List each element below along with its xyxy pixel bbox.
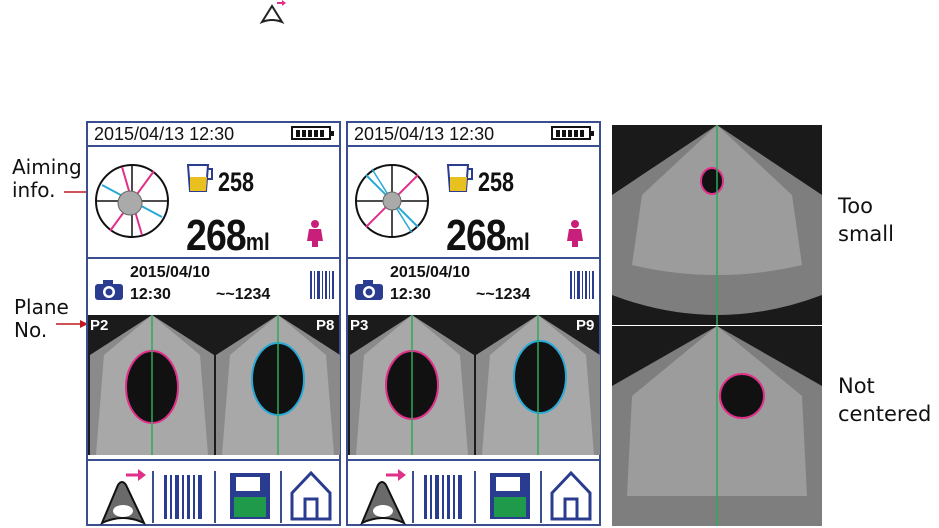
save-button[interactable]: [230, 473, 270, 519]
aiming-indicator-icon: [355, 164, 429, 238]
measure-time: 12:30: [130, 286, 171, 303]
plane-left-label: P3: [350, 317, 369, 334]
plane-arrow: [56, 320, 88, 328]
barcode-icon: [310, 271, 334, 299]
too-small-label: Too small: [838, 194, 894, 246]
barcode-button[interactable]: [164, 475, 204, 519]
export-probe-button[interactable]: [100, 467, 146, 525]
device-screen-2: 2015/04/13 12:30 258 268ml 2015/04/10 12…: [346, 121, 601, 526]
divider: [348, 257, 599, 259]
example-too-small: [612, 125, 822, 325]
ultrasound-scan-left: [350, 315, 474, 455]
home-button[interactable]: [290, 471, 332, 521]
ultrasound-scan-right: [476, 315, 600, 455]
measure-time: 12:30: [390, 286, 431, 303]
aiming-indicator-icon: [95, 164, 169, 238]
bladder-volume-icon: [186, 164, 213, 192]
barcode-button[interactable]: [424, 475, 464, 519]
ultrasound-scan-right: [216, 315, 340, 455]
bladder-volume-small: 258: [218, 167, 255, 197]
camera-icon: [355, 280, 383, 300]
not-centered-label: Not centered: [838, 374, 932, 426]
example-not-centered: [612, 326, 822, 526]
screen-header: 2015/04/13 12:30: [88, 123, 339, 147]
ultrasound-example-too-small: [612, 125, 822, 325]
volume-readout: 268ml: [446, 211, 530, 260]
camera-icon: [95, 280, 123, 300]
export-probe-button[interactable]: [360, 467, 406, 525]
plane-right-label: P9: [576, 317, 595, 334]
bladder-volume-icon: [446, 164, 473, 192]
ultrasound-scan-left: [90, 315, 214, 455]
datetime: 2015/04/13 12:30: [94, 124, 235, 144]
bladder-volume-small: 258: [478, 167, 515, 197]
measure-date: 2015/04/10: [130, 264, 211, 281]
device-screen-1: 2015/04/13 12:30 258 268ml 2015/04/10 12…: [86, 121, 341, 526]
female-patient-icon: [307, 220, 323, 247]
barcode-icon: [570, 271, 594, 299]
divider: [88, 257, 339, 259]
home-button[interactable]: [550, 471, 592, 521]
export-probe-icon: [259, 0, 286, 24]
toolbar: [88, 459, 339, 528]
female-patient-icon: [567, 220, 583, 247]
toolbar: [348, 459, 599, 528]
patient-id: ~~1234: [476, 286, 531, 303]
ultrasound-area: P2 P8: [88, 315, 340, 455]
patient-id: ~~1234: [216, 286, 271, 303]
datetime: 2015/04/13 12:30: [354, 124, 495, 144]
plane-right-label: P8: [316, 317, 335, 334]
ultrasound-area: P3 P9: [348, 315, 600, 455]
ultrasound-example-not-centered: [612, 326, 822, 526]
plane-left-label: P2: [90, 317, 109, 334]
screen-header: 2015/04/13 12:30: [348, 123, 599, 147]
volume-readout: 268ml: [186, 211, 270, 260]
battery-icon: [551, 126, 594, 140]
save-button[interactable]: [490, 473, 530, 519]
measure-date: 2015/04/10: [390, 264, 471, 281]
battery-icon: [291, 126, 334, 140]
